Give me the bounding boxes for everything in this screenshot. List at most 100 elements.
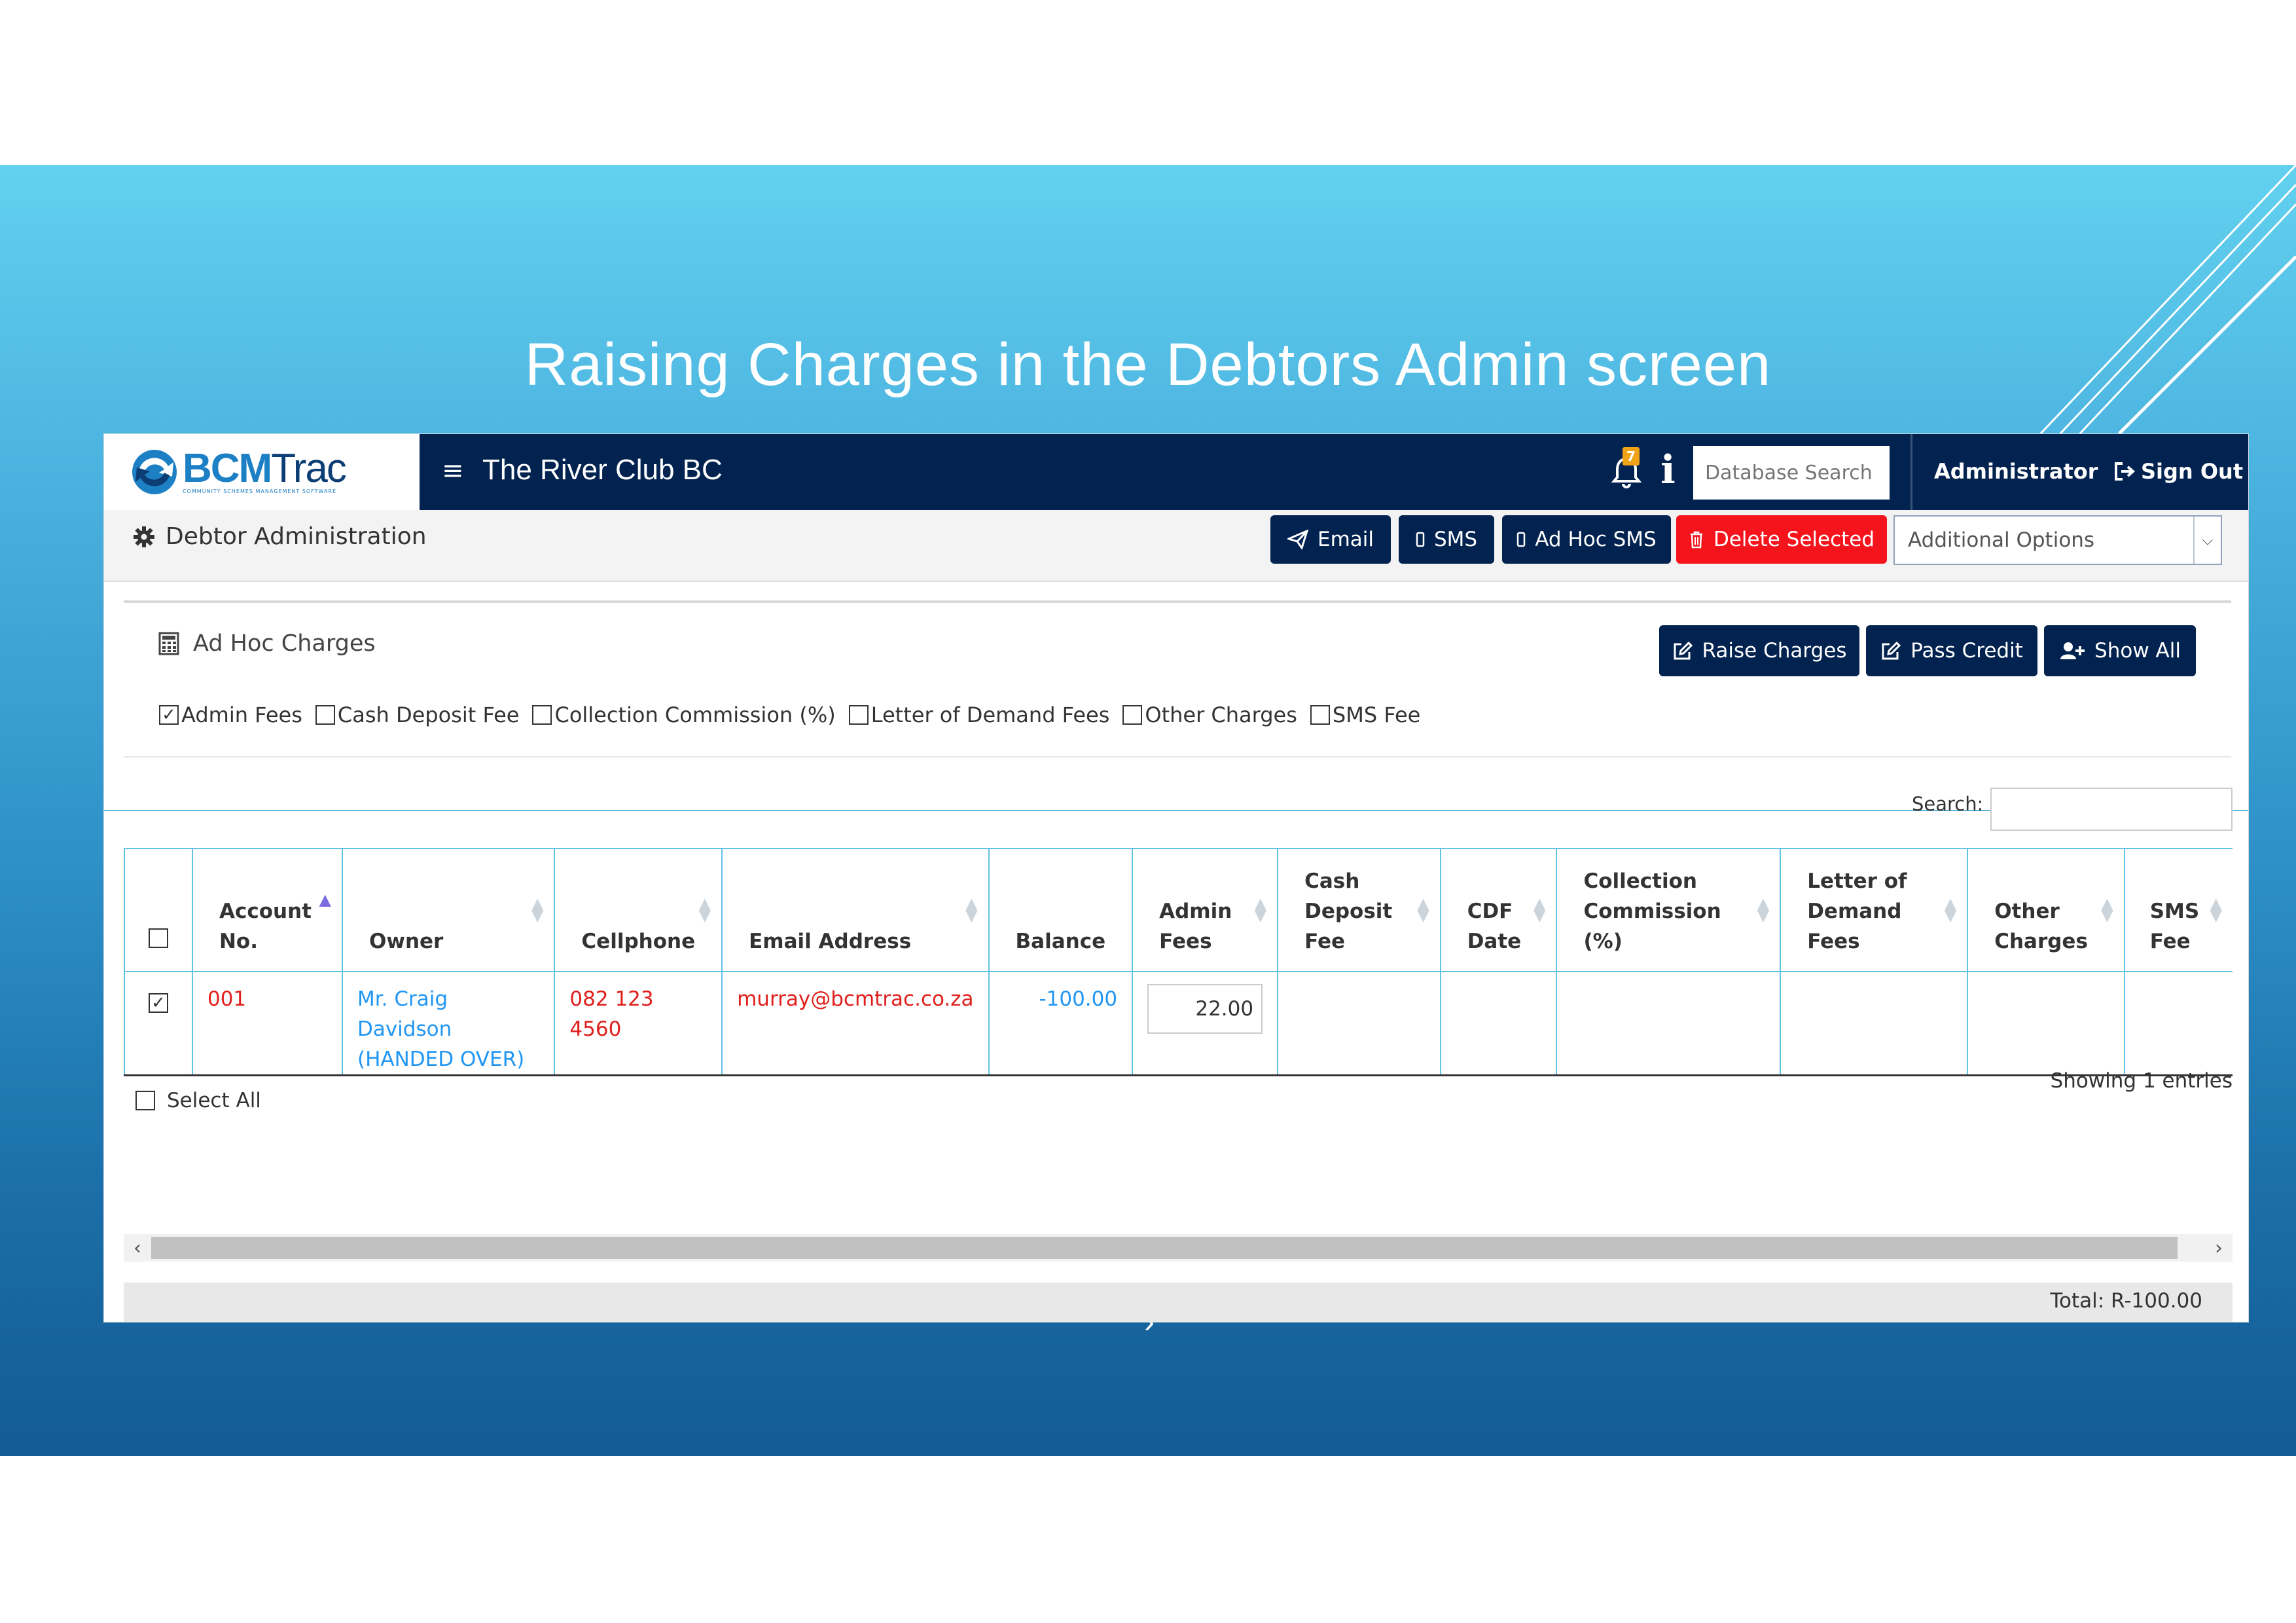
header-label: Collection: [1583, 869, 1697, 893]
cell-sms-fee: [2123, 971, 2233, 1076]
sort-icon: ▲ ▼: [1944, 894, 1957, 924]
header-account-no[interactable]: Account No. ▲: [191, 848, 342, 972]
checkbox-unchecked[interactable]: [1310, 705, 1330, 725]
header-cellphone[interactable]: Cellphone ▲ ▼: [554, 848, 723, 972]
raise-charges-label: Raise Charges: [1702, 639, 1847, 663]
checkbox-unchecked[interactable]: [532, 705, 552, 725]
paper-plane-icon: [1287, 530, 1308, 549]
info-icon[interactable]: i: [1660, 447, 1676, 493]
scroll-right-icon[interactable]: ›: [2205, 1234, 2233, 1262]
pass-credit-button[interactable]: Pass Credit: [1866, 625, 2037, 676]
header-select[interactable]: [124, 848, 192, 972]
checkbox-unchecked[interactable]: [848, 705, 869, 725]
checkbox-cash-deposit-fee[interactable]: Cash Deposit Fee: [315, 702, 520, 727]
calculator-icon: [158, 632, 179, 655]
logo-text-bcm: BCM: [183, 446, 272, 491]
total-amount: Total: R-100.00: [2050, 1289, 2202, 1313]
scroll-left-icon[interactable]: ‹: [124, 1234, 151, 1262]
header-collection-commission[interactable]: Collection Commission (%) ▲ ▼: [1556, 848, 1781, 972]
adhoc-charges-heading: Ad Hoc Charges: [158, 630, 376, 657]
sort-icon: ▲ ▼: [531, 894, 544, 924]
checkbox-sms-fee[interactable]: SMS Fee: [1310, 702, 1420, 727]
cell-email-address: murray@bcmtrac.co.za: [721, 971, 989, 1076]
sign-out-link[interactable]: Sign Out: [2113, 459, 2243, 484]
checkbox-checked[interactable]: ✓: [148, 993, 168, 1013]
logo-subtext: COMMUNITY SCHEMES MANAGEMENT SOFTWARE: [183, 488, 337, 494]
cell-owner[interactable]: Mr. Craig Davidson (HANDED OVER): [341, 971, 555, 1076]
row-select-cell[interactable]: ✓: [124, 971, 192, 1076]
header-owner[interactable]: Owner ▲ ▼: [341, 848, 555, 972]
pass-credit-label: Pass Credit: [1910, 639, 2023, 663]
entries-count: Showing 1 entries: [2050, 1069, 2233, 1093]
table-footer: Total: R-100.00: [124, 1283, 2233, 1322]
additional-options-value: Additional Options: [1908, 528, 2095, 552]
additional-options-select[interactable]: Additional Options ⌵: [1893, 515, 2222, 565]
header-balance[interactable]: Balance: [988, 848, 1133, 972]
app-window: BCMTrac COMMUNITY SCHEMES MANAGEMENT SOF…: [103, 433, 2249, 1322]
logo-text-trac: Trac: [271, 446, 347, 491]
top-navbar: BCMTrac COMMUNITY SCHEMES MANAGEMENT SOF…: [104, 434, 2248, 510]
email-button[interactable]: Email: [1270, 515, 1391, 564]
header-cdf-date[interactable]: CDF Date ▲ ▼: [1439, 848, 1557, 972]
header-email-address[interactable]: Email Address ▲ ▼: [721, 848, 989, 972]
header-cash-deposit-fee[interactable]: Cash Deposit Fee ▲ ▼: [1277, 848, 1441, 972]
table-search-input[interactable]: [1990, 788, 2233, 831]
menu-toggle-icon[interactable]: ≡: [442, 458, 464, 484]
header-admin-fees[interactable]: Admin Fees ▲ ▼: [1132, 848, 1278, 972]
mobile-phone-icon: [1416, 532, 1425, 547]
sms-button[interactable]: SMS: [1399, 515, 1494, 564]
cell-admin-fees: [1132, 971, 1278, 1076]
owner-name-link[interactable]: Mr. Craig Davidson: [357, 984, 539, 1044]
checkbox-collection-commission[interactable]: Collection Commission (%): [532, 702, 836, 727]
bcmtrac-logo[interactable]: BCMTrac COMMUNITY SCHEMES MANAGEMENT SOF…: [104, 434, 420, 510]
checkbox-unchecked[interactable]: [148, 928, 168, 948]
select-all-checkbox[interactable]: Select All: [135, 1089, 261, 1112]
header-other-charges[interactable]: Other Charges ▲ ▼: [1967, 848, 2125, 972]
scrollbar-thumb[interactable]: [151, 1237, 2178, 1259]
header-label: Fee: [2149, 930, 2191, 953]
decorative-lines: [2039, 165, 2296, 435]
edit-icon: [1674, 641, 1693, 660]
sort-icon: ▲ ▼: [2101, 894, 2113, 924]
sort-asc-icon: ▲: [319, 890, 331, 909]
charge-type-checkboxes: ✓ Admin Fees Cash Deposit Fee Collection…: [159, 702, 1433, 727]
checkbox-unchecked[interactable]: [1122, 705, 1143, 725]
page-heading-text: Debtor Administration: [166, 523, 427, 550]
delete-selected-button[interactable]: Delete Selected: [1676, 515, 1887, 564]
sms-button-label: SMS: [1433, 528, 1478, 551]
show-all-button[interactable]: Show All: [2044, 625, 2196, 676]
checkbox-letter-of-demand-fees[interactable]: Letter of Demand Fees: [848, 702, 1109, 727]
header-label: Demand Fees: [1807, 900, 1902, 953]
header-label: Balance: [1015, 930, 1106, 953]
header-label: Letter of: [1807, 869, 1907, 893]
sort-icon: ▲ ▼: [698, 894, 711, 924]
select-all-label: Select All: [167, 1089, 261, 1112]
database-search-input[interactable]: [1693, 446, 1890, 500]
debtors-table: Account No. ▲ Owner ▲ ▼ Cellphone ▲ ▼ Emai…: [124, 848, 2233, 1076]
administrator-link[interactable]: Administrator: [1934, 459, 2098, 484]
horizontal-scrollbar[interactable]: ‹ ›: [124, 1234, 2233, 1262]
cell-collection-commission: [1556, 971, 1781, 1076]
checkbox-checked[interactable]: ✓: [159, 705, 179, 725]
cell-other-charges: [1967, 971, 2125, 1076]
raise-charges-button[interactable]: Raise Charges: [1659, 625, 1859, 676]
header-label: Cash: [1304, 869, 1360, 893]
header-sms-fee[interactable]: SMS Fee ▲ ▼: [2123, 848, 2233, 972]
sign-out-icon: [2115, 462, 2136, 481]
header-letter-of-demand-fees[interactable]: Letter of Demand Fees ▲ ▼: [1780, 848, 1968, 972]
cell-letter-of-demand-fees: [1780, 971, 1968, 1076]
adhoc-sms-button[interactable]: Ad Hoc SMS: [1502, 515, 1671, 564]
sort-icon: ▲ ▼: [2210, 894, 2222, 924]
chevron-down-icon: ⌵: [2193, 517, 2221, 564]
checkbox-unchecked[interactable]: [135, 1091, 155, 1110]
header-label: Cellphone: [581, 930, 696, 953]
checkbox-admin-fees[interactable]: ✓ Admin Fees: [159, 702, 302, 727]
adhoc-charges-title: Ad Hoc Charges: [193, 630, 376, 657]
checkbox-other-charges[interactable]: Other Charges: [1122, 702, 1297, 727]
checkbox-unchecked[interactable]: [315, 705, 335, 725]
cellphone-line: 082 123: [569, 987, 654, 1011]
admin-fee-amount-input[interactable]: [1147, 984, 1263, 1034]
checkbox-label: Cash Deposit Fee: [337, 702, 520, 727]
table-row[interactable]: ✓ 001 Mr. Craig Davidson (HANDED OVER) 0…: [124, 971, 2233, 1076]
sign-out-label: Sign Out: [2141, 459, 2244, 484]
